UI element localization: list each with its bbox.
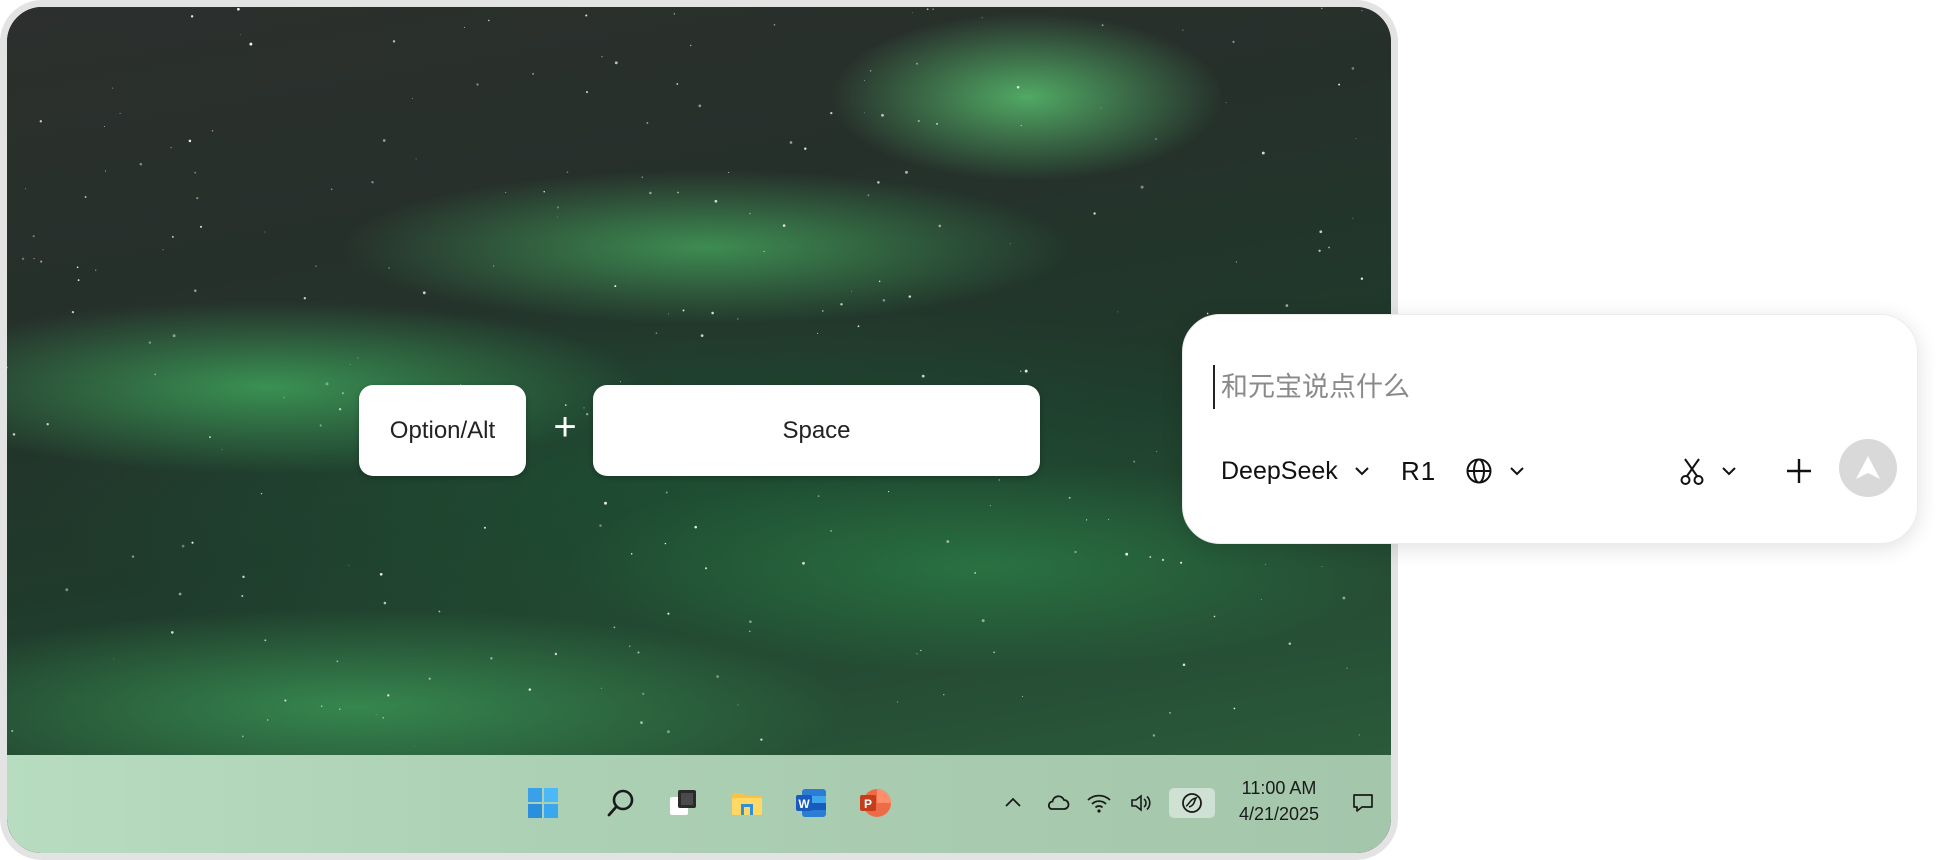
folder-icon[interactable] [729,785,765,821]
yuanbao-icon[interactable] [1169,788,1215,818]
cloud-icon[interactable] [1043,789,1071,817]
model-select[interactable]: DeepSeek [1221,449,1372,493]
web-search-select[interactable] [1465,449,1527,493]
word-icon[interactable]: W [793,785,829,821]
option-alt-key: Option/Alt [359,385,526,476]
plus-icon [1787,459,1811,483]
volume-icon[interactable] [1127,789,1155,817]
plus-sign: + [553,405,577,449]
add-attachment-button[interactable] [1777,449,1821,493]
chat-message-input[interactable] [1213,365,1861,409]
windows-logo-icon[interactable] [525,785,561,821]
chat-input-card: DeepSeek R1 [1182,314,1918,544]
clock-date: 4/21/2025 [1238,804,1320,824]
option-alt-key-label: Option/Alt [389,416,496,444]
notification-icon[interactable] [1349,789,1377,817]
wifi-icon[interactable] [1085,789,1113,817]
chevron-down-icon [1355,467,1369,476]
r1-toggle[interactable]: R1 [1401,449,1436,493]
model-label: DeepSeek [1221,456,1338,485]
scissors-icon [1680,458,1704,485]
svg-text:P: P [864,797,872,811]
chevron-down-icon [1510,467,1524,476]
search-icon[interactable] [603,785,639,821]
powerpoint-icon[interactable]: P [857,785,893,821]
taskbar: W P 11:00 AM 4/21/2025 [7,755,1391,853]
task-view-icon[interactable] [665,785,701,821]
globe-icon [1466,458,1492,484]
screenshot-tool-select[interactable] [1677,449,1739,493]
space-key-label: Space [782,416,851,444]
chevron-down-icon [1722,467,1736,476]
system-clock[interactable]: 11:00 AM 4/21/2025 [1229,775,1329,827]
send-icon [1856,456,1880,479]
clock-time: 11:00 AM [1241,778,1317,798]
chevron-up-icon[interactable] [999,789,1027,817]
space-key: Space [593,385,1040,476]
send-button[interactable] [1839,439,1897,497]
svg-text:W: W [798,797,810,811]
